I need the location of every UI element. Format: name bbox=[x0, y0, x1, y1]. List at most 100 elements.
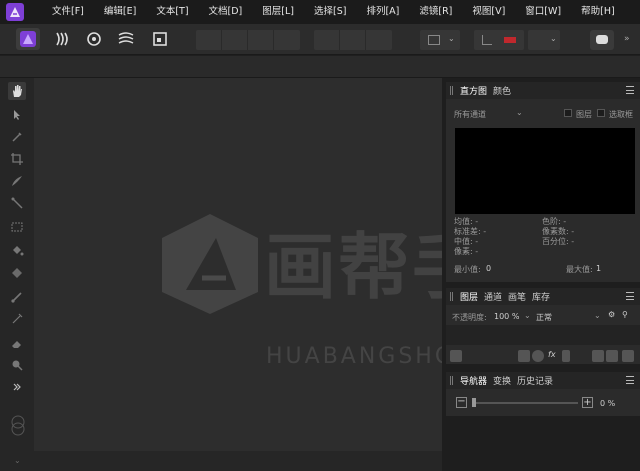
shape-button[interactable] bbox=[248, 30, 274, 50]
selection-mode-2-button[interactable] bbox=[340, 30, 366, 50]
develop-persona-icon[interactable] bbox=[82, 28, 106, 50]
selection-mode-1-button[interactable] bbox=[314, 30, 340, 50]
opacity-value[interactable]: 100 % bbox=[494, 312, 519, 321]
zoom-slider-handle[interactable] bbox=[472, 398, 476, 407]
tab-stock[interactable]: 库存 bbox=[532, 290, 550, 303]
zoom-in-button[interactable]: + bbox=[582, 397, 593, 408]
menu-window[interactable]: 窗口[W] bbox=[515, 0, 571, 24]
panel-menu-icon[interactable] bbox=[626, 86, 634, 94]
menu-help[interactable]: 帮助[H] bbox=[571, 0, 625, 24]
assistant-button[interactable] bbox=[590, 30, 614, 50]
channel-select[interactable]: 所有通道 bbox=[454, 109, 486, 120]
view-tool-hand-icon[interactable] bbox=[8, 82, 26, 100]
mask-button[interactable] bbox=[274, 30, 300, 50]
gradient-tool-icon[interactable] bbox=[8, 264, 26, 282]
mask-layer-icon[interactable] bbox=[518, 350, 530, 362]
tab-color[interactable]: 颜色 bbox=[493, 84, 511, 97]
menu-document[interactable]: 文档[D] bbox=[199, 0, 253, 24]
snapping-options-dropdown[interactable]: ⌄ bbox=[528, 30, 560, 50]
tab-history[interactable]: 历史记录 bbox=[517, 374, 553, 387]
max-label: 最大值: bbox=[566, 265, 593, 274]
gear-icon[interactable]: ⚙ bbox=[608, 310, 615, 319]
folder-icon[interactable] bbox=[592, 350, 604, 362]
square-icon bbox=[428, 35, 440, 45]
menu-edit[interactable]: 编辑[E] bbox=[94, 0, 146, 24]
layer-checkbox[interactable] bbox=[564, 109, 572, 117]
menu-select[interactable]: 选择[S] bbox=[304, 0, 356, 24]
panel-grip-icon[interactable] bbox=[450, 86, 453, 95]
navigator-panel: 导航器 变换 历史记录 − + 0 % bbox=[446, 372, 640, 416]
flood-fill-tool-icon[interactable] bbox=[8, 242, 26, 260]
fx-icon[interactable]: fx bbox=[548, 350, 556, 359]
quick-mask-dropdown[interactable]: ⌄ bbox=[420, 30, 460, 50]
menu-layer[interactable]: 图层[L] bbox=[252, 0, 304, 24]
marquee-tool-icon[interactable] bbox=[8, 218, 26, 236]
zoom-out-button[interactable]: − bbox=[456, 397, 467, 408]
histogram-panel-tabs: 直方图 颜色 bbox=[446, 82, 640, 99]
min-value: 0 bbox=[486, 264, 492, 273]
trash-icon[interactable] bbox=[622, 350, 634, 362]
selection-brush-tool-icon[interactable] bbox=[8, 172, 26, 190]
panel-menu-icon[interactable] bbox=[626, 292, 634, 300]
marquee-checkbox[interactable] bbox=[597, 109, 605, 117]
menu-file[interactable]: 文件[F] bbox=[42, 0, 94, 24]
panel-menu-icon[interactable] bbox=[626, 376, 634, 384]
menu-bar: 文件[F] 编辑[E] 文本[T] 文档[D] 图层[L] 选择[S] 排列[A… bbox=[0, 0, 640, 24]
crop-tool-icon[interactable] bbox=[8, 150, 26, 168]
canvas-area[interactable]: 画帮手 HUABANGSHOU.COM bbox=[34, 78, 442, 451]
tab-layers[interactable]: 图层 bbox=[460, 290, 478, 303]
tools-chevron-down-icon[interactable]: ⌄ bbox=[14, 456, 21, 465]
tab-channels[interactable]: 通道 bbox=[484, 290, 502, 303]
app-logo-icon[interactable] bbox=[6, 3, 24, 21]
lock-icon[interactable]: ⚲ bbox=[622, 310, 628, 319]
tab-navigator[interactable]: 导航器 bbox=[460, 374, 487, 387]
menu-filters[interactable]: 滤镜[R] bbox=[409, 0, 462, 24]
liquify-persona-icon[interactable] bbox=[50, 28, 74, 50]
stroke-button[interactable] bbox=[196, 30, 222, 50]
adjustment-layer-icon[interactable] bbox=[532, 350, 544, 362]
photo-persona-icon[interactable] bbox=[16, 28, 40, 50]
chevron-down-icon[interactable]: ⌄ bbox=[594, 311, 601, 320]
tools-panel: ⌄ bbox=[0, 78, 34, 471]
color-circles-icon[interactable] bbox=[6, 412, 28, 438]
flood-select-tool-icon[interactable] bbox=[8, 194, 26, 212]
zoom-slider[interactable] bbox=[472, 402, 578, 404]
layers-panel: 图层 通道 画笔 库存 不透明度: 100 % ⌄ 正常 ⌄ ⚙ ⚲ fx bbox=[446, 288, 640, 364]
chevron-down-icon: ⌄ bbox=[448, 34, 455, 43]
selection-mode-3-button[interactable] bbox=[366, 30, 392, 50]
blend-mode-select[interactable]: 正常 bbox=[536, 312, 552, 323]
panel-grip-icon[interactable] bbox=[450, 376, 453, 385]
chevron-down-icon[interactable]: ⌄ bbox=[516, 108, 523, 117]
navigator-panel-tabs: 导航器 变换 历史记录 bbox=[446, 372, 640, 389]
tab-transform[interactable]: 变换 bbox=[493, 374, 511, 387]
layer-stack-icon[interactable] bbox=[450, 350, 462, 362]
snapping-group[interactable] bbox=[474, 30, 524, 50]
menu-view[interactable]: 视图[V] bbox=[462, 0, 515, 24]
more-tools-icon[interactable] bbox=[8, 378, 26, 396]
color-picker-tool-icon[interactable] bbox=[8, 128, 26, 146]
chevron-down-icon: ⌄ bbox=[550, 34, 557, 43]
red-swatch-icon bbox=[504, 37, 516, 43]
menu-text[interactable]: 文本[T] bbox=[146, 0, 198, 24]
panel-grip-icon[interactable] bbox=[450, 292, 453, 301]
toolbar-more-button[interactable]: » bbox=[624, 34, 630, 44]
histogram-panel: 直方图 颜色 所有通道 ⌄ 图层 选取框 均值: - 标准差: - 中值: - … bbox=[446, 82, 640, 282]
erase-brush-tool-icon[interactable] bbox=[8, 334, 26, 352]
dodge-brush-tool-icon[interactable] bbox=[8, 356, 26, 374]
layers-list[interactable] bbox=[446, 325, 640, 345]
paint-brush-tool-icon[interactable] bbox=[8, 288, 26, 306]
histogram-display bbox=[455, 128, 635, 214]
tab-histogram[interactable]: 直方图 bbox=[460, 84, 487, 97]
toolbar: ⌄ ⌄ » bbox=[0, 24, 640, 55]
export-persona-icon[interactable] bbox=[148, 28, 172, 50]
tone-mapping-persona-icon[interactable] bbox=[114, 28, 138, 50]
chevron-down-icon[interactable]: ⌄ bbox=[524, 311, 531, 320]
fill-button[interactable] bbox=[222, 30, 248, 50]
tab-brushes[interactable]: 画笔 bbox=[508, 290, 526, 303]
add-layer-icon[interactable] bbox=[606, 350, 618, 362]
move-tool-arrow-icon[interactable] bbox=[8, 106, 26, 124]
live-filter-icon[interactable] bbox=[562, 350, 570, 362]
context-toolbar bbox=[0, 56, 640, 78]
pixel-tool-icon[interactable] bbox=[8, 310, 26, 328]
menu-arrange[interactable]: 排列[A] bbox=[356, 0, 409, 24]
